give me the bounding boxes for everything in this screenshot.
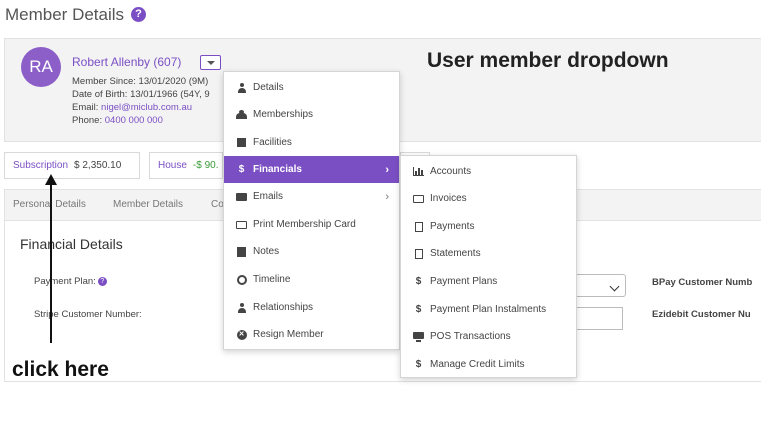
menu-item-relationships[interactable]: Relationships bbox=[224, 294, 399, 321]
ezidebit-label: Ezidebit Customer Nu bbox=[652, 309, 751, 320]
submenu-item-statements[interactable]: Statements bbox=[401, 240, 576, 267]
chevron-right-icon: › bbox=[385, 190, 389, 203]
email-line: Email: nigel@miclub.com.au bbox=[72, 102, 193, 113]
payment-plan-label: Payment Plan:? bbox=[34, 276, 107, 287]
submenu-item-payment-plans[interactable]: $ Payment Plans bbox=[401, 268, 576, 295]
chevron-right-icon: › bbox=[385, 163, 389, 176]
menu-item-print-membership-card[interactable]: Print Membership Card bbox=[224, 211, 399, 238]
menu-item-emails[interactable]: Emails › bbox=[224, 183, 399, 210]
group-icon bbox=[236, 109, 247, 120]
member-name-link[interactable]: Robert Allenby (607) bbox=[72, 55, 181, 69]
tab-co[interactable]: Co bbox=[211, 199, 224, 210]
submenu-item-manage-credit-limits[interactable]: $ Manage Credit Limits bbox=[401, 351, 576, 378]
document-icon bbox=[413, 221, 424, 232]
menu-item-details[interactable]: Details bbox=[224, 74, 399, 101]
financials-submenu: Accounts Invoices Payments Statements $ … bbox=[400, 155, 577, 378]
submenu-item-accounts[interactable]: Accounts bbox=[401, 158, 576, 185]
dollar-icon: $ bbox=[415, 359, 422, 370]
bpay-label: BPay Customer Numb bbox=[652, 277, 753, 288]
subscription-balance[interactable]: Subscription $ 2,350.10 bbox=[4, 152, 140, 179]
annotation-arrow bbox=[50, 183, 52, 343]
dob-line: Date of Birth: 13/01/1966 (54Y, 9 bbox=[72, 89, 210, 100]
house-balance[interactable]: House -$ 90. bbox=[149, 152, 223, 179]
menu-item-timeline[interactable]: Timeline bbox=[224, 266, 399, 293]
monitor-icon bbox=[413, 331, 424, 342]
submenu-item-payment-plan-instalments[interactable]: $ Payment Plan Instalments bbox=[401, 296, 576, 323]
menu-item-resign-member[interactable]: ✕ Resign Member bbox=[224, 321, 399, 348]
click-annotation: click here bbox=[12, 358, 109, 381]
email-link[interactable]: nigel@miclub.com.au bbox=[101, 102, 192, 113]
person-icon bbox=[236, 302, 247, 313]
member-dropdown-menu: Details Memberships Facilities $ Financi… bbox=[223, 71, 400, 350]
dollar-icon: $ bbox=[415, 304, 422, 315]
submenu-item-pos-transactions[interactable]: POS Transactions bbox=[401, 323, 576, 350]
card-icon bbox=[236, 219, 247, 230]
submenu-item-invoices[interactable]: Invoices bbox=[401, 185, 576, 212]
phone-link[interactable]: 0400 000 000 bbox=[105, 115, 163, 126]
person-icon bbox=[236, 82, 247, 93]
document-icon bbox=[413, 248, 424, 259]
submenu-item-payments[interactable]: Payments bbox=[401, 213, 576, 240]
avatar: RA bbox=[21, 47, 61, 87]
member-since-line: Member Since: 13/01/2020 (9M) bbox=[72, 76, 209, 87]
menu-item-memberships[interactable]: Memberships bbox=[224, 101, 399, 128]
menu-item-facilities[interactable]: Facilities bbox=[224, 129, 399, 156]
tab-member-details[interactable]: Member Details bbox=[113, 199, 183, 210]
envelope-icon bbox=[236, 191, 247, 202]
help-icon[interactable]: ? bbox=[131, 7, 146, 22]
bar-chart-icon bbox=[413, 166, 424, 177]
card-icon bbox=[413, 193, 424, 204]
page-title: Member Details bbox=[5, 5, 125, 24]
dollar-icon: $ bbox=[238, 164, 245, 175]
note-icon bbox=[236, 246, 247, 257]
phone-line: Phone: 0400 000 000 bbox=[72, 115, 163, 126]
clock-icon bbox=[236, 274, 247, 285]
dollar-icon: $ bbox=[415, 276, 422, 287]
x-circle-icon: ✕ bbox=[236, 329, 247, 340]
puzzle-icon bbox=[236, 137, 247, 148]
section-title: Financial Details bbox=[20, 236, 123, 252]
member-dropdown-toggle[interactable] bbox=[200, 55, 221, 70]
menu-item-notes[interactable]: Notes bbox=[224, 238, 399, 265]
help-icon[interactable]: ? bbox=[97, 277, 107, 286]
dropdown-annotation: User member dropdown bbox=[427, 49, 669, 72]
menu-item-financials[interactable]: $ Financials › bbox=[224, 156, 399, 183]
